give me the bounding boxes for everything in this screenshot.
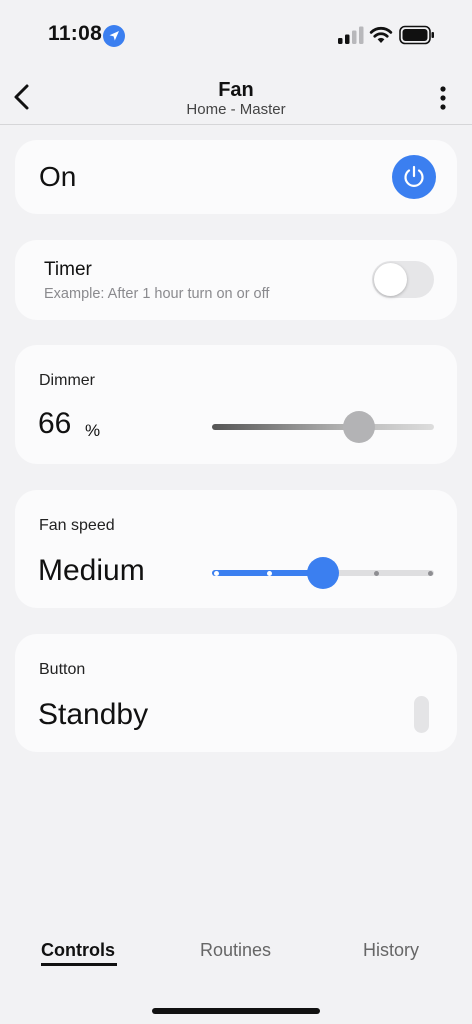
dimmer-value: 66 [38, 407, 72, 440]
tab-history[interactable]: History [363, 940, 419, 961]
timer-title: Timer [44, 259, 92, 280]
tab-routines[interactable]: Routines [200, 940, 271, 961]
toggle-knob [374, 263, 407, 296]
dimmer-card: Dimmer 66 % [15, 345, 457, 464]
more-vertical-icon [440, 86, 446, 110]
tab-controls[interactable]: Controls [41, 940, 115, 961]
button-label: Button [39, 661, 86, 678]
button-state-value: Standby [38, 698, 149, 731]
dimmer-slider[interactable] [212, 411, 434, 443]
fan-speed-label: Fan speed [39, 517, 115, 534]
power-button[interactable] [392, 155, 436, 199]
fan-speed-step-dot[interactable] [374, 571, 379, 576]
navigation-header: Fan Home - Master [0, 70, 472, 125]
fan-speed-slider[interactable] [212, 557, 434, 589]
battery-icon [399, 25, 434, 45]
timer-card: Timer Example: After 1 hour turn on or o… [15, 240, 457, 320]
dimmer-thumb[interactable] [342, 411, 375, 443]
active-tab-indicator [41, 963, 117, 966]
fan-speed-step-dot[interactable] [427, 571, 433, 576]
more-options-button[interactable] [430, 84, 456, 112]
fan-speed-card: Fan speed Medium [15, 490, 457, 608]
location-arrow-icon [103, 25, 125, 47]
power-icon [404, 165, 424, 187]
page-subtitle: Home - Master [186, 101, 286, 118]
fan-speed-thumb[interactable] [307, 557, 339, 589]
dimmer-label: Dimmer [39, 372, 95, 389]
power-state-label: On [39, 161, 77, 192]
status-bar: 11:08 [0, 0, 472, 70]
home-indicator [152, 1008, 320, 1014]
fan-speed-value: Medium [38, 554, 145, 587]
timer-description: Example: After 1 hour turn on or off [44, 286, 270, 302]
button-handle[interactable] [414, 696, 429, 733]
dimmer-track [212, 424, 434, 430]
dimmer-unit: % [85, 421, 101, 440]
button-card: Button Standby [15, 634, 457, 752]
page-title: Fan [218, 79, 254, 101]
fan-speed-step-dot[interactable] [213, 571, 219, 576]
wifi-icon [369, 26, 393, 43]
timer-toggle[interactable] [372, 261, 434, 298]
cellular-signal-icon [338, 26, 364, 44]
status-time: 11:08 [48, 22, 103, 45]
screen: 11:08 Fan Home - Master On Timer Example… [0, 0, 472, 1024]
power-card: On [15, 140, 457, 214]
fan-speed-step-dot[interactable] [267, 571, 272, 576]
